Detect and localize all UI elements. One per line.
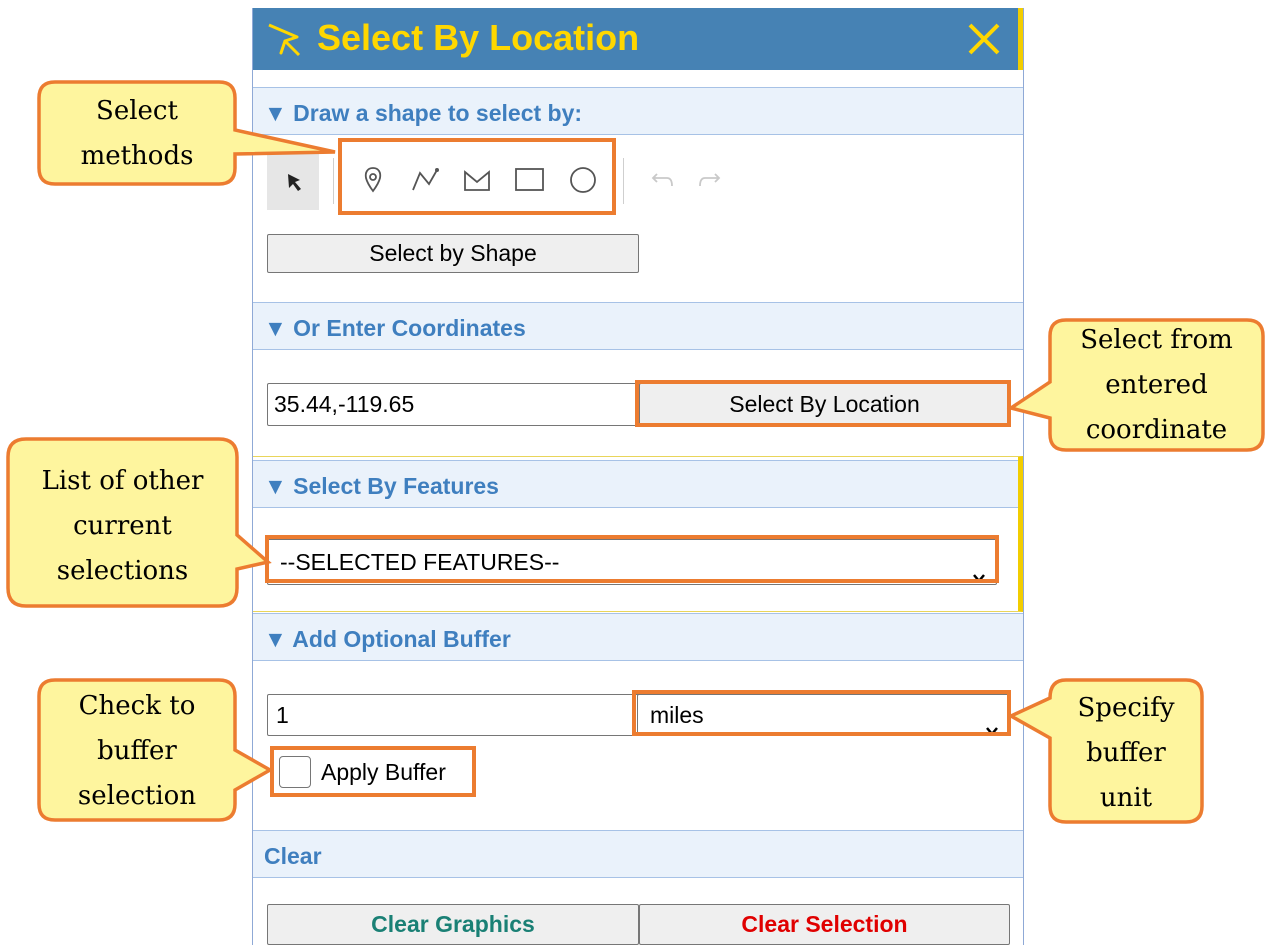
select-by-shape-button[interactable]: Select by Shape [267,234,639,273]
point-icon [364,167,382,193]
clear-section-title: Clear [264,843,322,869]
buffer-section-header[interactable]: ▼ Add Optional Buffer [253,613,1023,661]
selected-features-select[interactable]: --SELECTED FEATURES-- [267,539,997,585]
features-section-title: ▼ Select By Features [264,473,499,499]
clear-graphics-button[interactable]: Clear Graphics [267,904,639,945]
features-section-header[interactable]: ▼ Select By Features [253,460,1018,508]
callout-line: buffer [1086,738,1166,768]
buffer-distance-input[interactable]: 1 [267,694,643,736]
polygon-tool[interactable] [457,160,497,200]
callout-list-other-selections: List of other current selections [6,437,272,608]
circle-icon [570,167,596,193]
callout-specify-buffer-unit: Specify buffer unit [1007,678,1204,824]
select-by-location-button[interactable]: Select By Location [639,383,1010,426]
toolbar-separator [623,158,624,204]
clear-section-header: Clear [253,830,1023,878]
callout-line: Specify [1077,693,1175,723]
rectangle-icon [515,168,544,191]
callout-line: Select [96,96,178,126]
redo-icon [699,173,721,187]
redo-button[interactable] [689,160,729,200]
undo-icon [651,173,673,187]
clear-selection-button[interactable]: Clear Selection [639,904,1010,945]
polyline-tool[interactable] [405,160,445,200]
selected-features-value: --SELECTED FEATURES-- [280,549,560,575]
callout-line: Check to [78,691,196,721]
callout-select-methods: Select methods [37,80,336,186]
coord-section-title: ▼ Or Enter Coordinates [264,315,526,341]
buffer-unit-select[interactable]: miles [637,694,1010,736]
callout-select-from-coordinate: Select from entered coordinate [1006,318,1265,452]
callout-check-buffer: Check to buffer selection [37,678,274,822]
rectangle-tool[interactable] [509,160,549,200]
point-tool[interactable] [353,160,393,200]
callout-line: methods [80,141,194,171]
chevron-down-icon [972,555,986,584]
chevron-down-icon [985,710,999,735]
undo-button[interactable] [643,160,683,200]
draw-section-header[interactable]: ▼ Draw a shape to select by: [253,87,1023,135]
pointer-tool[interactable] [267,152,319,210]
cursor-select-icon [263,19,305,66]
coordinates-input[interactable]: 35.44,-119.65 [267,383,643,426]
toolbar-separator [333,158,334,204]
callout-line: List of other [41,466,204,496]
title-bar: Select By Location [253,8,1023,70]
callout-line: Select from [1080,325,1233,355]
polygon-icon [464,170,490,191]
callout-line: current [73,511,172,541]
callout-line: selection [77,781,197,811]
draw-toolbar [267,152,737,212]
callout-line: selections [56,556,189,586]
select-by-location-panel: Select By Location ▼ Draw a shape to sel… [252,8,1024,945]
close-icon[interactable] [965,20,1003,63]
circle-tool[interactable] [563,160,603,200]
callout-line: entered [1105,370,1208,400]
apply-buffer-label[interactable]: Apply Buffer [321,756,446,788]
callout-line: coordinate [1085,415,1228,445]
buffer-section-title: ▼ Add Optional Buffer [264,626,511,652]
buffer-unit-value: miles [650,702,704,728]
callout-line: buffer [97,736,177,766]
draw-section-title: ▼ Draw a shape to select by: [264,100,583,126]
panel-title: Select By Location [317,17,640,58]
callout-line: unit [1099,783,1153,813]
coord-section-header[interactable]: ▼ Or Enter Coordinates [253,302,1023,350]
polyline-icon [412,168,439,191]
apply-buffer-checkbox[interactable] [279,756,311,788]
